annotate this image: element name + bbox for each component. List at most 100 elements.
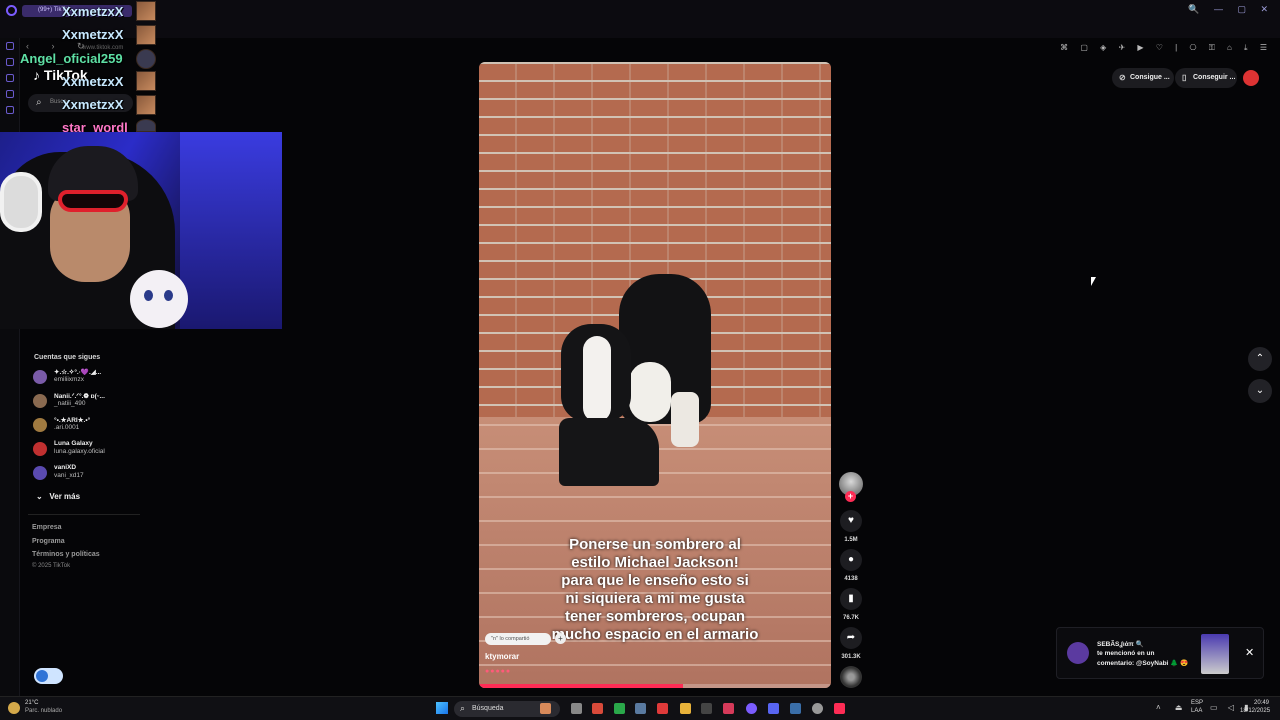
footer-link-programa[interactable]: Programa xyxy=(32,538,65,545)
following-account[interactable]: ✦.☆.✧°.·💜.◢... emiliixmzx xyxy=(33,367,143,389)
app-icon[interactable] xyxy=(592,703,603,714)
opera-gx-icon[interactable] xyxy=(746,703,757,714)
account-handle: vani_xd17 xyxy=(54,472,84,479)
footer-link-terms[interactable]: Términos y políticas xyxy=(32,551,100,558)
notification-avatar xyxy=(1067,642,1089,664)
system-tray-icons[interactable]: ˄ ⏏ xyxy=(1156,703,1188,712)
following-account[interactable]: Nanii.ᐟ.ᐟ°.❁ ɒ(ᵕ... _natiii_490 xyxy=(33,391,143,413)
keyboard-lang[interactable]: ESP xyxy=(1191,700,1203,706)
tiktok-app-icon[interactable] xyxy=(834,703,845,714)
extension-icons[interactable]: ⌘ ▢ ◈ ✈ ▶ ♡ | ⎔ ⚿ ⌂ ⤓ ☰ xyxy=(1060,43,1272,53)
get-app-button[interactable]: ▯ Conseguir ... xyxy=(1175,68,1237,88)
browser-logo-icon[interactable] xyxy=(6,5,17,16)
following-account[interactable]: Luna Galaxy luna.galaxy.oficial xyxy=(33,439,143,461)
see-more-button[interactable]: ⌄ Ver más xyxy=(36,492,80,501)
mouse-cursor-icon xyxy=(1091,277,1096,286)
account-name: Nanii.ᐟ.ᐟ°.❁ ɒ(ᵕ... xyxy=(54,393,105,400)
video-progress-bar[interactable] xyxy=(479,684,831,688)
theme-toggle[interactable] xyxy=(34,668,63,684)
webcam-background-light xyxy=(180,132,282,329)
account-handle: .ari.0001 xyxy=(54,424,80,431)
widget-icon[interactable] xyxy=(540,703,551,714)
clock-date[interactable]: 18/12/2025 xyxy=(1240,708,1270,714)
account-avatar xyxy=(33,370,47,384)
app-icon[interactable] xyxy=(812,703,823,714)
like-count: 1.5M xyxy=(844,537,858,543)
rail-icon[interactable] xyxy=(6,74,14,82)
following-account[interactable]: °•.★ARI★.•° .ari.0001 xyxy=(33,415,143,437)
weather-desc: Parc. nublado xyxy=(25,708,63,714)
plush-eye xyxy=(164,290,173,301)
video-emoji-row: ●●●●● xyxy=(485,668,512,675)
caption-line: ni siquiera a mi me gusta xyxy=(565,590,745,607)
excel-icon[interactable] xyxy=(614,703,625,714)
shared-by-pill[interactable]: "n" lo compartió xyxy=(485,633,551,645)
plush-eye xyxy=(144,290,153,301)
window-controls[interactable]: 🔍 — ▢ ✕ xyxy=(1188,4,1274,15)
music-disc-icon[interactable] xyxy=(840,666,862,688)
video-author[interactable]: ktymorar xyxy=(485,652,519,661)
notification-thumbnail xyxy=(1201,634,1229,674)
dog-leg xyxy=(671,392,699,447)
clock-time[interactable]: 20:49 xyxy=(1254,700,1269,706)
next-video-chevron-down-icon[interactable]: ⌄ xyxy=(1248,379,1272,403)
windows-start-icon[interactable] xyxy=(436,702,448,714)
screen: (99+) TikTok 🔍 — ▢ ✕ ‹ › ↻ www.tiktok.co… xyxy=(0,0,1280,720)
rail-icon[interactable] xyxy=(6,58,14,66)
browser-addressbar: ‹ › ↻ www.tiktok.com ⌘ ▢ ◈ ✈ ▶ ♡ | ⎔ ⚿ ⌂… xyxy=(0,20,1280,52)
browser-app-icon[interactable] xyxy=(657,703,668,714)
app-icon[interactable] xyxy=(723,703,734,714)
discord-icon[interactable] xyxy=(768,703,779,714)
video-player[interactable]: Ponerse un sombrero al estilo Michael Ja… xyxy=(479,62,831,688)
phone-icon: ▯ xyxy=(1182,73,1187,82)
get-app-label: Conseguir ... xyxy=(1193,74,1236,81)
previous-video-chevron-up-icon[interactable]: ⌃ xyxy=(1248,347,1272,371)
chat-username: XxmetzxX xyxy=(62,27,124,42)
account-handle: emiliixmzx xyxy=(54,376,84,383)
steam-icon[interactable] xyxy=(790,703,801,714)
see-more-label: Ver más xyxy=(49,492,81,501)
task-view-icon[interactable] xyxy=(571,703,582,714)
account-handle: _natiii_490 xyxy=(54,400,86,407)
chat-avatar xyxy=(136,95,156,115)
account-avatar xyxy=(33,466,47,480)
rail-icon[interactable] xyxy=(6,42,14,50)
mention-notification[interactable]: SEBÃSʆιἀπ 🔍 te mencionó en un comentario… xyxy=(1056,627,1264,679)
chat-username: XxmetzxX xyxy=(62,4,124,19)
following-title: Cuentas que sigues xyxy=(34,354,101,361)
account-name: °•.★ARI★.•° xyxy=(54,417,91,424)
like-heart-icon[interactable]: ♥ xyxy=(840,510,862,532)
get-coins-button[interactable]: ⊘ Consigue ... xyxy=(1112,68,1174,88)
save-count: 76.7K xyxy=(842,615,859,621)
windows-taskbar: 21°C Parc. nublado ⌕ Búsqueda ˄ ⏏ ESP LAA… xyxy=(0,696,1280,720)
browser-tabbar: (99+) TikTok 🔍 — ▢ ✕ xyxy=(0,0,1280,20)
get-coins-label: Consigue ... xyxy=(1130,74,1170,81)
app-icon[interactable] xyxy=(701,703,712,714)
caption-line: tener sombreros, ocupan xyxy=(564,608,746,625)
profile-avatar[interactable] xyxy=(1243,70,1259,86)
chat-username: Angel_oficial259 xyxy=(20,51,123,66)
weather-icon[interactable] xyxy=(8,702,20,714)
chat-username: star_wordl xyxy=(62,120,128,132)
rail-icon[interactable] xyxy=(6,106,14,114)
video-caption: Ponerse un sombrero al estilo Michael Ja… xyxy=(479,536,831,644)
close-icon[interactable]: ✕ xyxy=(1245,646,1254,659)
app-icon[interactable] xyxy=(635,703,646,714)
share-icon[interactable]: ➦ xyxy=(840,627,862,649)
keyboard-layout[interactable]: LAA xyxy=(1191,708,1202,714)
search-icon: ⌕ xyxy=(36,97,42,108)
chat-avatar xyxy=(136,71,156,91)
chat-username: XxmetzxX xyxy=(62,97,124,112)
caption-line: para que le enseño esto si xyxy=(561,572,749,589)
comment-icon[interactable]: ● xyxy=(840,549,862,571)
bookmark-icon[interactable]: ▮ xyxy=(840,588,862,610)
shared-add-icon[interactable]: + xyxy=(555,633,566,644)
follow-plus-icon[interactable]: + xyxy=(845,491,856,502)
following-account[interactable]: vaniXD vani_xd17 xyxy=(33,463,143,485)
file-explorer-icon[interactable] xyxy=(680,703,691,714)
account-avatar xyxy=(33,394,47,408)
notification-user: SEBÃSʆιἀπ 🔍 xyxy=(1097,641,1144,648)
chat-avatar xyxy=(136,25,156,45)
rail-icon[interactable] xyxy=(6,90,14,98)
footer-link-empresa[interactable]: Empresa xyxy=(32,524,62,531)
